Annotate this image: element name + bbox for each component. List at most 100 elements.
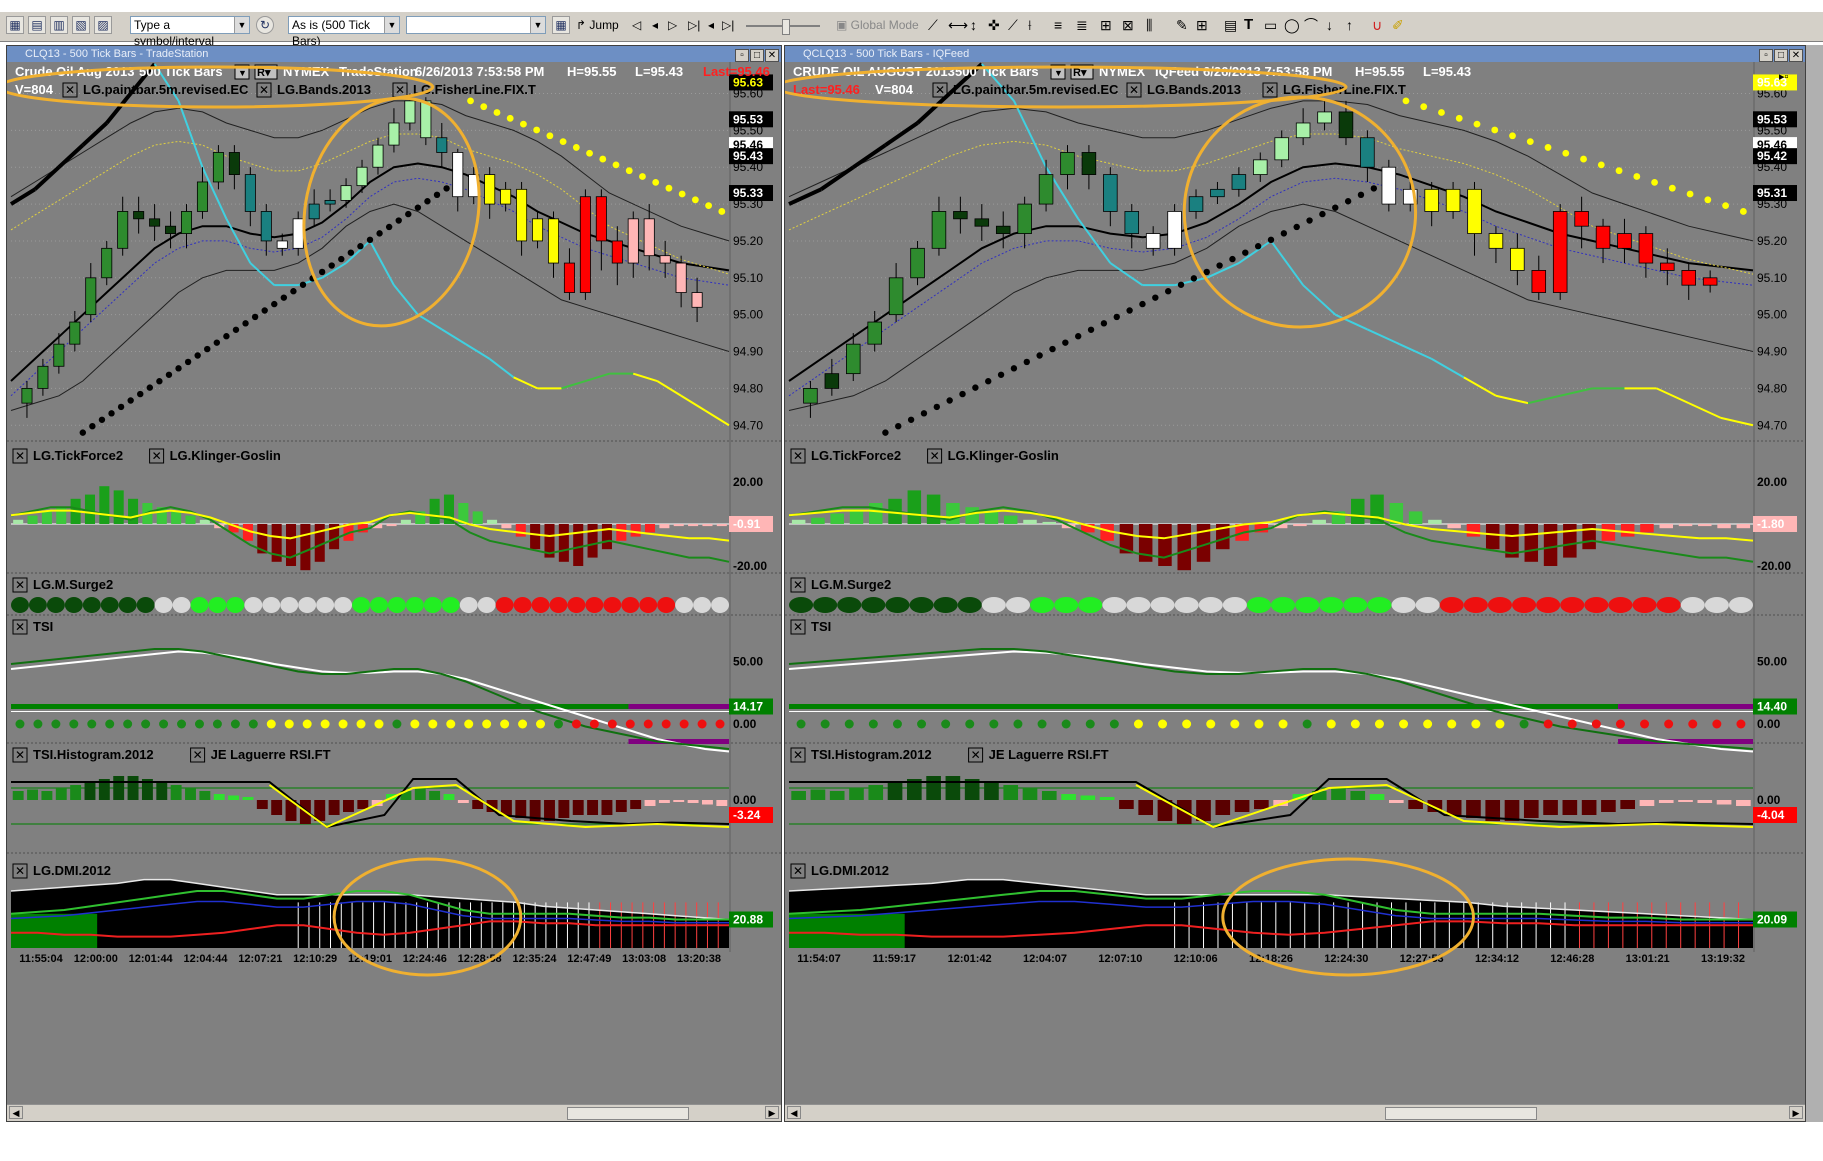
restore-icon[interactable]: ▫ [1759, 49, 1773, 62]
tickforce-bar [1543, 524, 1558, 566]
zoom-slider-thumb[interactable] [782, 19, 790, 35]
sar-dot-lower [405, 210, 412, 218]
price-chart[interactable]: 95.6095.5095.4095.3095.2095.1095.0094.90… [7, 62, 781, 1106]
sar-dot-lower [1113, 313, 1120, 321]
arrow-up-icon[interactable]: ↑ [1346, 16, 1353, 36]
msurge-dot [1463, 597, 1488, 613]
magnet-icon[interactable]: ∪ [1372, 16, 1382, 36]
channel-icon[interactable]: ⟋ [1008, 16, 1018, 36]
tsi-state-dot [1182, 719, 1192, 729]
tsi-state-dot [284, 719, 294, 729]
tickforce-bar [811, 517, 825, 524]
fan-icon[interactable]: ⟊ [1028, 16, 1032, 36]
interval-select[interactable]: As is (500 Tick Bars) ▼ [288, 16, 400, 48]
scroll-left-icon[interactable]: ◀ [787, 1106, 801, 1119]
candle-body [1017, 203, 1032, 234]
scroll-right-icon[interactable]: ▶ [765, 1106, 779, 1119]
close-icon[interactable]: ✕ [765, 49, 779, 62]
gann-icon[interactable]: ⊠ [1122, 16, 1134, 36]
toolbar-window-icon[interactable]: ▤ [28, 16, 46, 34]
workspace-select[interactable]: ▼ [406, 16, 546, 34]
window-title-bar[interactable]: CLQ13 - 500 Tick Bars - TradeStation ▫ □ ✕ [7, 46, 781, 62]
restore-icon[interactable]: ▫ [735, 49, 749, 62]
msurge-dot [567, 597, 586, 613]
horizontal-scrollbar[interactable]: ◀ ▶ [785, 1104, 1805, 1121]
scrollbar-thumb[interactable] [1385, 1107, 1537, 1120]
sar-dot-lower [1036, 352, 1043, 359]
tickforce-bar [644, 524, 656, 533]
toolbar-layout-icon[interactable]: ▥ [50, 16, 68, 34]
msurge-dot [226, 597, 245, 613]
fibonacci-icon[interactable]: ≡ [1054, 16, 1062, 36]
msurge-dot [28, 597, 47, 613]
tickforce-bar [659, 524, 670, 529]
sar-dot-lower [1254, 243, 1262, 250]
calendar-icon[interactable]: ▦ [552, 16, 570, 34]
scrollbar-thumb[interactable] [567, 1107, 689, 1120]
sar-dot-lower [1332, 204, 1339, 211]
histo-bar [70, 785, 82, 800]
close-icon: ✕ [152, 449, 162, 463]
speedline-icon[interactable]: ⊞ [1100, 16, 1112, 36]
toolbar-grid-icon[interactable]: ▦ [6, 16, 24, 34]
ellipse-icon[interactable]: ◯ [1284, 16, 1300, 36]
sar-dot-lower [1049, 345, 1056, 353]
nav-prev-icon[interactable]: ◂ [652, 16, 658, 36]
sar-dot-lower [395, 217, 402, 224]
trendline-icon[interactable]: ⟋ [928, 16, 938, 36]
scroll-left-icon[interactable]: ◀ [9, 1106, 23, 1119]
chevron-down-icon: ▼ [1054, 68, 1063, 78]
note-icon[interactable]: ▤ [1224, 16, 1237, 36]
table-icon[interactable]: ⊞ [1196, 16, 1208, 36]
symbol-input[interactable]: Type a symbol/interval ▼ [130, 16, 250, 48]
toolbar-page-icon[interactable]: ▨ [94, 16, 112, 34]
horizontal-scrollbar[interactable]: ◀ ▶ [7, 1104, 781, 1121]
arrow-down-icon[interactable]: ↓ [1326, 16, 1333, 36]
retrace-icon[interactable]: ≣ [1076, 16, 1088, 36]
toolbar-chart-icon[interactable]: ▧ [72, 16, 90, 34]
tsi-state-dot [553, 719, 563, 729]
chevron-down-icon[interactable]: ▼ [234, 17, 249, 33]
cycle-icon[interactable]: ⫼ [1146, 16, 1152, 36]
maximize-icon[interactable]: □ [1774, 49, 1788, 62]
tickforce-bar [1485, 524, 1500, 550]
crosshair-icon[interactable]: ✜ [988, 16, 1000, 36]
vertical-line-icon[interactable]: ↕ [970, 16, 977, 36]
tickforce-bar [1659, 524, 1673, 529]
nav-next-icon[interactable]: ▷ [668, 16, 677, 36]
eraser-icon[interactable]: ✐ [1392, 16, 1404, 36]
price-chart[interactable]: 95.6095.5095.4095.3095.2095.1095.0094.90… [785, 62, 1805, 1106]
sar-dot-upper [1491, 126, 1499, 134]
scroll-right-icon[interactable]: ▶ [1789, 1106, 1803, 1119]
window-title-bar[interactable]: QCLQ13 - 500 Tick Bars - IQFeed ▫ □ ✕ [785, 46, 1805, 62]
chevron-down-icon[interactable]: ▼ [530, 17, 545, 33]
jump-button[interactable]: ↱ Jump [576, 16, 619, 36]
rectangle-icon[interactable]: ▭ [1264, 16, 1277, 36]
price-tick-label: 94.80 [733, 381, 763, 395]
value-tag: -3.24 [733, 808, 761, 822]
nav-last-icon[interactable]: ▷| [722, 16, 734, 36]
value-tag: 20.09 [1757, 913, 1787, 927]
text-tool-icon[interactable]: T [1244, 16, 1253, 36]
horizontal-line-icon[interactable]: ⟷ [948, 16, 968, 36]
histo-bar [1138, 800, 1154, 815]
global-mode-button[interactable]: ▣ Global Mode [836, 16, 919, 36]
pencil-icon[interactable]: ✎ [1176, 16, 1188, 36]
msurge-dot [675, 597, 694, 613]
nav-back-icon[interactable]: ◂ [708, 16, 714, 36]
arc-icon[interactable]: ⌒ [1304, 16, 1318, 36]
close-icon[interactable]: ✕ [1789, 49, 1803, 62]
study-name: JE Laguerre RSI.FT [211, 747, 331, 762]
chart-window-right[interactable]: QCLQ13 - 500 Tick Bars - IQFeed ▫ □ ✕ 95.6… [784, 45, 1806, 1122]
tsi-state-dot [868, 719, 878, 729]
candle-body [659, 255, 671, 264]
maximize-icon[interactable]: □ [750, 49, 764, 62]
msurge-dot [957, 597, 982, 613]
study-name: LG.paintbar.5m.revised.EC [83, 82, 249, 97]
chart-window-left[interactable]: CLQ13 - 500 Tick Bars - TradeStation ▫ □ ✕… [6, 45, 782, 1122]
nav-first-icon[interactable]: ◁ [632, 16, 641, 36]
nav-step-icon[interactable]: ▷| [688, 16, 700, 36]
price-tick-label: 94.90 [1757, 345, 1787, 359]
refresh-icon[interactable]: ↻ [256, 16, 274, 34]
chevron-down-icon[interactable]: ▼ [384, 17, 399, 33]
